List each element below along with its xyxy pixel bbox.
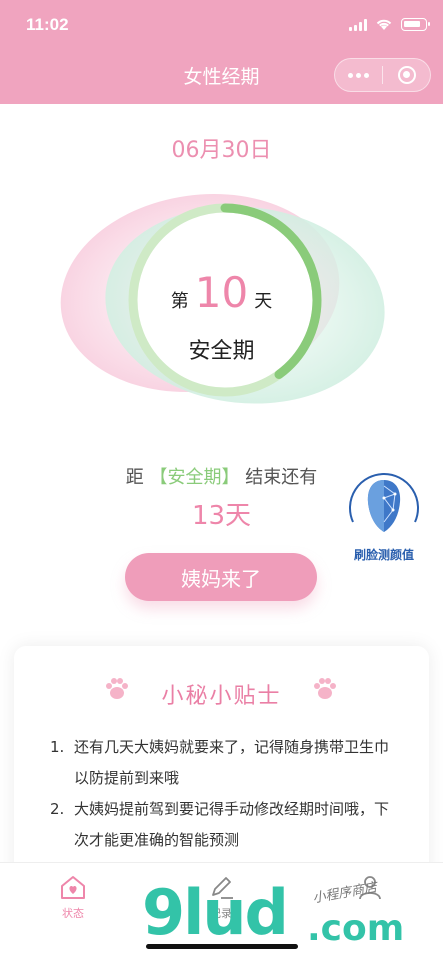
countdown-pre: 距 [125,467,144,488]
tip-item: 2. 大姨妈提前驾到要记得手动修改经期时间哦，下次才能更准确的智能预测 [50,794,400,856]
tip-text: 大姨妈提前驾到要记得手动修改经期时间哦，下次才能更准确的智能预测 [74,800,390,849]
tips-title: 小秘小贴士 [161,684,282,709]
tip-number: 1. [50,738,65,756]
countdown-post: 结束还有 [245,467,318,488]
status-icons [349,18,430,31]
wifi-icon [376,19,392,30]
day-prefix: 第 [170,291,189,312]
cycle-day: 第 10 天 [0,268,443,317]
face-scan-icon[interactable] [343,462,425,552]
user-icon [359,876,381,900]
tip-text: 还有几天大姨妈就要来了，记得随身携带卫生巾以防提前到来哦 [74,738,390,787]
signal-icon [349,18,367,31]
close-program-icon[interactable] [383,59,430,91]
cycle-phase: 安全期 [188,339,255,364]
home-indicator [146,944,298,949]
tab-status[interactable]: 状态 [23,873,123,921]
day-number: 10 [194,268,249,317]
tab-label: 状态 [62,907,84,920]
tip-number: 2. [50,800,65,818]
current-date: 06月30日 [171,138,272,163]
tip-item: 1. 还有几天大姨妈就要来了，记得随身携带卫生巾以防提前到来哦 [50,732,400,794]
pencil-icon [212,877,233,899]
top-bar: 11:02 女性经期 [0,0,443,104]
battery-icon [401,18,430,31]
tab-profile[interactable] [320,873,420,905]
tab-record[interactable]: 记录 [171,873,271,921]
status-time: 11:02 [26,15,69,34]
day-suffix: 天 [254,291,273,312]
face-test-label[interactable]: 刷脸测颜值 [343,546,425,563]
period-started-button[interactable]: 姨妈来了 [125,553,317,601]
mini-program-capsule [334,58,431,92]
home-heart-icon [61,876,85,899]
paw-icon [314,678,336,699]
more-menu-icon[interactable] [335,59,382,91]
tips-card: 小秘小贴士 1. 还有几天大姨妈就要来了，记得随身携带卫生巾以防提前到来哦 2.… [14,646,429,886]
tab-label: 记录 [210,907,232,920]
countdown-phase-tag: 【安全期】 [149,467,240,488]
